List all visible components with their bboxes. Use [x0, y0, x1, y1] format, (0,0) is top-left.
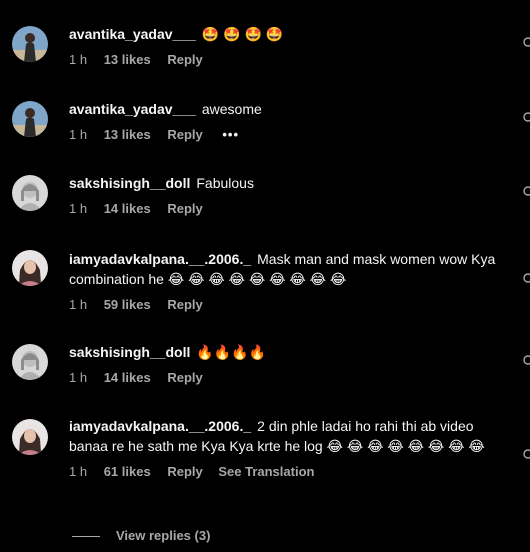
heart-icon[interactable]: [522, 111, 530, 123]
comment-username[interactable]: avantika_yadav___: [69, 26, 196, 42]
comment-text: awesome: [201, 101, 262, 117]
comment-likes[interactable]: 13 likes: [104, 51, 151, 69]
heart-icon[interactable]: [522, 448, 530, 460]
view-replies-label[interactable]: View replies (3): [116, 528, 210, 543]
comment-text: 🔥🔥🔥🔥: [196, 344, 267, 360]
comment-username[interactable]: sakshisingh__doll: [69, 344, 190, 360]
comment-likes[interactable]: 13 likes: [104, 126, 151, 144]
avatar[interactable]: [12, 175, 48, 211]
avatar[interactable]: [12, 419, 48, 455]
comment-time: 1 h: [69, 370, 88, 385]
comment-text: 🤩 🤩 🤩 🤩: [201, 26, 284, 42]
heart-icon[interactable]: [522, 354, 530, 366]
comment-username[interactable]: avantika_yadav___: [69, 101, 196, 117]
comment-username[interactable]: sakshisingh__doll: [69, 175, 190, 191]
reply-button[interactable]: Reply: [167, 126, 202, 144]
comment-time: 1 h: [69, 297, 88, 312]
comment-time: 1 h: [69, 464, 88, 479]
avatar[interactable]: [12, 101, 48, 137]
comment-likes[interactable]: 14 likes: [104, 369, 151, 387]
heart-icon[interactable]: [522, 36, 530, 48]
comment-time: 1 h: [69, 127, 88, 142]
reply-button[interactable]: Reply: [167, 296, 202, 314]
comment-text: Fabulous: [196, 175, 254, 191]
comment-time: 1 h: [69, 201, 88, 216]
comment-likes[interactable]: 61 likes: [104, 463, 151, 481]
more-options-icon[interactable]: •••: [222, 126, 239, 144]
heart-icon[interactable]: [522, 185, 530, 197]
comment-likes[interactable]: 14 likes: [104, 200, 151, 218]
reply-button[interactable]: Reply: [167, 200, 202, 218]
avatar[interactable]: [12, 26, 48, 62]
reply-button[interactable]: Reply: [167, 51, 202, 69]
comment-username[interactable]: iamyadavkalpana.__.2006._: [69, 251, 251, 267]
heart-icon[interactable]: [522, 272, 530, 284]
comment-username[interactable]: iamyadavkalpana.__.2006._: [69, 418, 251, 434]
reply-button[interactable]: Reply: [167, 369, 202, 387]
reply-button[interactable]: Reply: [167, 463, 202, 481]
divider-line: [72, 536, 100, 538]
comment-likes[interactable]: 59 likes: [104, 296, 151, 314]
comment-time: 1 h: [69, 52, 88, 67]
see-translation-button[interactable]: See Translation: [218, 463, 314, 481]
avatar[interactable]: [12, 250, 48, 286]
avatar[interactable]: [12, 344, 48, 380]
view-replies-button[interactable]: View replies (3): [72, 526, 210, 546]
